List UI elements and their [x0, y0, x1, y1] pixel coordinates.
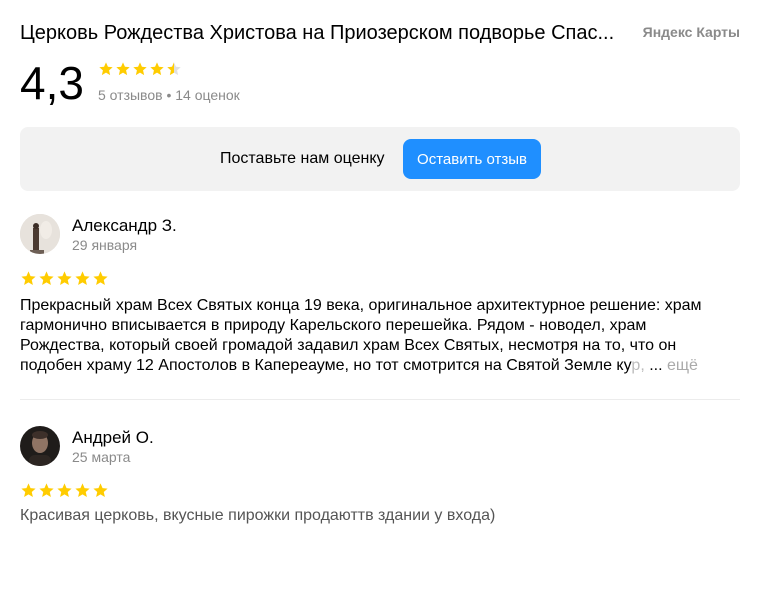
star-icon [57, 271, 72, 285]
yandex-maps-logo[interactable]: Яндекс Карты [643, 24, 740, 40]
rating-stars [98, 61, 183, 77]
organization-title[interactable]: Церковь Рождества Христова на Приозерско… [20, 20, 635, 46]
review-author[interactable]: Александр З. [72, 216, 177, 236]
review-text-fade: р, [631, 357, 645, 374]
star-icon [39, 483, 54, 497]
rate-us-panel: Поставьте нам оценку Оставить отзыв [20, 127, 740, 191]
star-icon [116, 62, 130, 76]
leave-review-button[interactable]: Оставить отзыв [403, 139, 541, 179]
review-text: Прекрасный храм Всех Святых конца 19 век… [20, 296, 730, 376]
star-icon [75, 271, 90, 285]
star-icon [150, 62, 164, 76]
star-icon [57, 483, 72, 497]
review-stars [20, 270, 110, 287]
star-icon [75, 483, 90, 497]
star-icon [21, 483, 36, 497]
review-divider [20, 399, 740, 400]
review-text-body: Прекрасный храм Всех Святых конца 19 век… [20, 297, 702, 374]
review-text: Красивая церковь, вкусные пирожки продаю… [20, 507, 496, 524]
review-stars [20, 482, 110, 499]
person-photo-avatar-icon [20, 426, 60, 466]
rate-us-text: Поставьте нам оценку [220, 150, 385, 167]
rating-meta[interactable]: 5 отзывов • 14 оценок [98, 87, 240, 103]
star-icon [133, 62, 147, 76]
review-text-ellipsis: ... [644, 357, 663, 374]
review-date: 29 января [72, 237, 138, 253]
half-star-icon [167, 62, 181, 76]
rating-value: 4,3 [20, 57, 84, 109]
avatar[interactable] [20, 426, 60, 466]
read-more-link[interactable]: ещё [663, 357, 698, 374]
review-date: 25 марта [72, 449, 131, 465]
review-author[interactable]: Андрей О. [72, 428, 154, 448]
avatar[interactable] [20, 214, 60, 254]
header: Церковь Рождества Христова на Приозерско… [20, 18, 740, 48]
star-icon [99, 62, 113, 76]
star-icon [21, 271, 36, 285]
star-icon [39, 271, 54, 285]
star-icon [93, 271, 108, 285]
star-icon [93, 483, 108, 497]
person-photo-avatar-icon [20, 214, 60, 254]
